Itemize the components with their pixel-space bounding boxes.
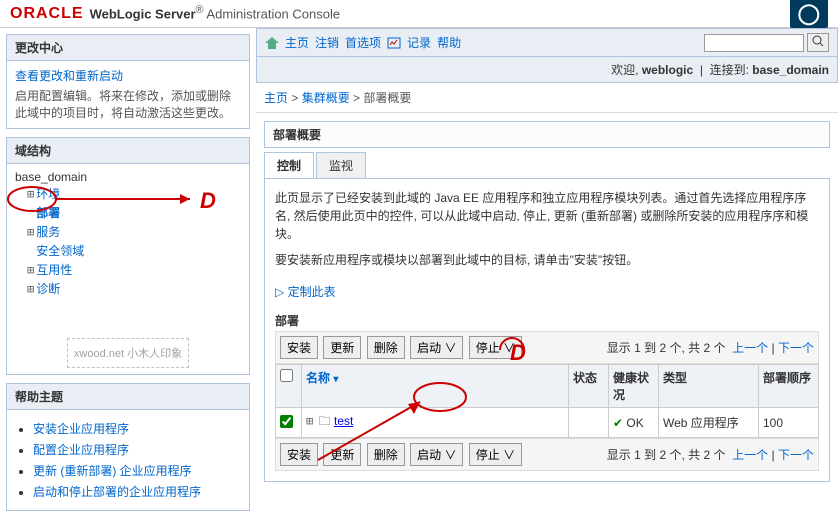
tab-monitor[interactable]: 监视 xyxy=(316,152,366,178)
row-checkbox[interactable] xyxy=(280,415,293,428)
delete-button[interactable]: 删除 xyxy=(367,336,405,359)
install-button-bottom[interactable]: 安装 xyxy=(280,443,318,466)
col-health[interactable]: 健康状况 xyxy=(609,365,659,408)
delete-button-bottom[interactable]: 删除 xyxy=(367,443,405,466)
help-link-0[interactable]: 安装企业应用程序 xyxy=(33,422,129,436)
breadcrumb-mid[interactable]: 集群概要 xyxy=(302,91,350,105)
tree-item-2[interactable]: ⊞服务 xyxy=(15,222,241,241)
help-link-2[interactable]: 更新 (重新部署) 企业应用程序 xyxy=(33,464,192,478)
breadcrumb: 主页 > 集群概要 > 部署概要 xyxy=(256,83,838,113)
tree-item-0[interactable]: ⊞环境 xyxy=(15,184,241,203)
col-order[interactable]: 部署顺序 xyxy=(759,365,819,408)
help-link-3[interactable]: 启动和停止部署的企业应用程序 xyxy=(33,485,201,499)
start-button[interactable]: 启动 ∨ xyxy=(410,336,463,359)
product-title: WebLogic Server® Administration Console xyxy=(90,4,341,21)
deployments-table: 名称 ▾ 状态 健康状况 类型 部署顺序 ⊞ 🗀 test ✔ OKWeb 应用程… xyxy=(275,364,819,438)
prefs-link[interactable]: 首选项 xyxy=(345,34,381,51)
paging-top: 显示 1 到 2 个, 共 2 个 上一个 | 下一个 xyxy=(607,339,814,356)
app-icon: 🗀 xyxy=(319,414,331,428)
update-button-bottom[interactable]: 更新 xyxy=(323,443,361,466)
current-domain: base_domain xyxy=(752,63,829,77)
col-type[interactable]: 类型 xyxy=(659,365,759,408)
prev-link[interactable]: 上一个 xyxy=(732,341,768,355)
deployment-name-link[interactable]: test xyxy=(334,414,353,428)
page-title: 部署概要 xyxy=(264,121,830,148)
table-toolbar-bottom: 安装 更新 删除 启动 ∨ 停止 ∨ 显示 1 到 2 个, 共 2 个 上一个… xyxy=(275,438,819,471)
tree-item-5[interactable]: ⊞诊断 xyxy=(15,279,241,298)
description-1: 此页显示了已经安装到此域的 Java EE 应用程序和独立应用程序模块列表。通过… xyxy=(275,189,819,243)
tree-item-4[interactable]: ⊞互用性 xyxy=(15,260,241,279)
select-all-checkbox[interactable] xyxy=(280,369,293,382)
help-item-1: 配置企业应用程序 xyxy=(33,441,241,458)
search-input[interactable] xyxy=(704,34,804,52)
home-link[interactable]: 主页 xyxy=(285,34,309,51)
next-link-bottom[interactable]: 下一个 xyxy=(778,448,814,462)
stop-button[interactable]: 停止 ∨ xyxy=(469,336,522,359)
welcome-row: 欢迎, weblogic | 连接到: base_domain xyxy=(256,57,838,83)
col-state[interactable]: 状态 xyxy=(569,365,609,408)
logout-link[interactable]: 注销 xyxy=(315,34,339,51)
next-link[interactable]: 下一个 xyxy=(778,341,814,355)
install-button[interactable]: 安装 xyxy=(280,336,318,359)
customize-table-link[interactable]: 定制此表 xyxy=(288,283,336,300)
col-name[interactable]: 名称 ▾ xyxy=(306,371,338,385)
help-topics-title: 帮助主题 xyxy=(7,384,249,410)
domain-structure-title: 域结构 xyxy=(7,138,249,164)
tree-root[interactable]: base_domain xyxy=(15,170,241,184)
tabs: 控制 监视 xyxy=(264,152,830,179)
help-item-3: 启动和停止部署的企业应用程序 xyxy=(33,483,241,500)
help-link-1[interactable]: 配置企业应用程序 xyxy=(33,443,129,457)
help-topics-panel: 帮助主题 安装企业应用程序配置企业应用程序更新 (重新部署) 企业应用程序启动和… xyxy=(6,383,250,511)
home-icon xyxy=(265,37,279,49)
help-link[interactable]: 帮助 xyxy=(437,34,461,51)
cell-type: Web 应用程序 xyxy=(659,408,759,438)
tab-control[interactable]: 控制 xyxy=(264,152,314,178)
help-item-2: 更新 (重新部署) 企业应用程序 xyxy=(33,462,241,479)
start-button-bottom[interactable]: 启动 ∨ xyxy=(410,443,463,466)
tree-item-3[interactable]: 安全领域 xyxy=(15,241,241,260)
table-toolbar-top: 安装 更新 删除 启动 ∨ 停止 ∨ 显示 1 到 2 个, 共 2 个 上一个… xyxy=(275,331,819,364)
cell-state xyxy=(569,408,609,438)
change-center-panel: 更改中心 查看更改和重新启动 启用配置编辑。将来在修改，添加或删除此域中的项目时… xyxy=(6,34,250,129)
header-bar: ORACLE WebLogic Server® Administration C… xyxy=(0,0,838,28)
oracle-logo: ORACLE xyxy=(10,5,84,23)
cell-health: ✔ OK xyxy=(609,408,659,438)
tree-item-1[interactable]: 部署 xyxy=(15,203,241,222)
record-link[interactable]: 记录 xyxy=(407,34,431,51)
table-row: ⊞ 🗀 test ✔ OKWeb 应用程序100 xyxy=(276,408,819,438)
change-center-desc: 启用配置编辑。将来在修改，添加或删除此域中的项目时，将自动激活这些更改。 xyxy=(15,88,241,122)
ok-icon: ✔ xyxy=(613,416,623,430)
paging-bottom: 显示 1 到 2 个, 共 2 个 上一个 | 下一个 xyxy=(607,446,814,463)
record-icon xyxy=(387,37,401,49)
update-button[interactable]: 更新 xyxy=(323,336,361,359)
cell-order: 100 xyxy=(759,408,819,438)
help-item-0: 安装企业应用程序 xyxy=(33,420,241,437)
watermark: xwood.net 小木人印象 xyxy=(15,338,241,368)
current-user: weblogic xyxy=(642,63,693,77)
disclosure-icon: ▷ xyxy=(275,285,284,299)
stop-button-bottom[interactable]: 停止 ∨ xyxy=(469,443,522,466)
top-toolbar: 主页 注销 首选项 记录 帮助 xyxy=(256,28,838,57)
description-2: 要安装新应用程序或模块以部署到此域中的目标, 请单击"安装"按钮。 xyxy=(275,251,819,269)
table-title: 部署 xyxy=(275,312,819,329)
domain-structure-panel: 域结构 base_domain ⊞环境 部署⊞服务 安全领域⊞互用性⊞诊断 xw… xyxy=(6,137,250,375)
change-center-title: 更改中心 xyxy=(7,35,249,61)
breadcrumb-home[interactable]: 主页 xyxy=(264,91,288,105)
search-button[interactable] xyxy=(807,33,829,52)
prev-link-bottom[interactable]: 上一个 xyxy=(732,448,768,462)
breadcrumb-current: 部署概要 xyxy=(363,91,411,105)
search-icon xyxy=(812,35,824,47)
expand-icon[interactable]: ⊞ xyxy=(306,414,313,428)
view-changes-link[interactable]: 查看更改和重新启动 xyxy=(15,69,123,83)
header-right-glyph: ◯ xyxy=(790,0,828,28)
